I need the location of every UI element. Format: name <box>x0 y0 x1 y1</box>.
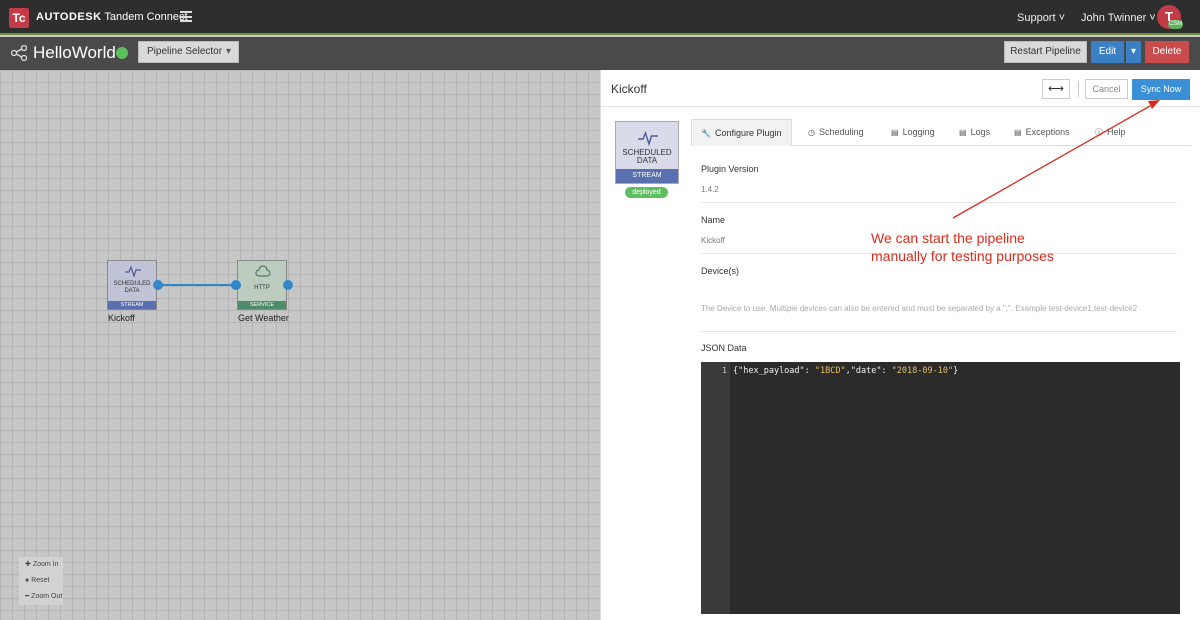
menu-icon[interactable] <box>180 11 192 22</box>
code-string: "2018-09-10" <box>891 366 954 376</box>
name-label: Name <box>701 215 726 225</box>
code-token: } <box>953 366 959 376</box>
pipeline-title: HelloWorld <box>33 43 116 62</box>
code-token: {"hex_payload": <box>733 366 815 376</box>
brand-title: AUTODESK Tandem Connect <box>36 11 188 23</box>
connection-layer <box>158 284 236 286</box>
code-string: "1BCD" <box>814 366 846 376</box>
brand-name: Tandem Connect <box>104 11 188 23</box>
plugin-type-text: SCHEDULED DATA <box>616 149 678 165</box>
minus-icon: ━ <box>25 593 30 600</box>
output-port[interactable] <box>283 280 293 290</box>
output-port[interactable] <box>153 280 163 290</box>
support-menu[interactable]: Support ˅ <box>1017 12 1065 24</box>
pipeline-selector-dropdown[interactable]: Pipeline Selector <box>138 41 239 63</box>
editor-gutter: 1 <box>701 362 730 614</box>
tab-logs[interactable]: ▤ Logs <box>959 119 990 146</box>
cloud-icon <box>255 265 271 277</box>
delete-button[interactable]: Delete <box>1145 41 1189 63</box>
annotation-text: We can start the pipeline manually for t… <box>871 229 1111 265</box>
dot-icon: ● <box>25 577 30 584</box>
tab-label: Logs <box>970 127 991 137</box>
clock-icon: ◷ <box>808 128 815 137</box>
devices-label: Device(s) <box>701 266 740 276</box>
pipeline-status-icon <box>116 47 128 59</box>
status-badge: deployed <box>625 187 668 198</box>
plugin-panel: Kickoff ⟷ Cancel Sync Now SCHEDULED DATA … <box>600 70 1200 620</box>
tab-label: Exceptions <box>1025 127 1070 137</box>
tab-label: Scheduling <box>818 127 864 137</box>
plugin-tabs: 🔧 Configure Plugin ◷ Scheduling ▤ Logging ▤… <box>691 119 1191 146</box>
plus-icon: ✚ <box>25 561 31 568</box>
json-data-label: JSON Data <box>701 343 747 353</box>
divider <box>701 202 1177 203</box>
name-field[interactable]: Kickoff <box>701 236 725 245</box>
tab-configure-plugin[interactable]: 🔧 Configure Plugin <box>691 119 792 146</box>
tandem-logo[interactable]: Tc <box>9 8 29 28</box>
pipeline-canvas[interactable]: SCHEDULED DATA STREAM HTTP SERVICE Kicko… <box>0 70 600 620</box>
zoom-out-button[interactable]: ━ Zoom Out <box>19 589 63 605</box>
document-icon: ▤ <box>1014 128 1022 137</box>
zoom-controls: ✚ Zoom In ● Reset ━ Zoom Out <box>19 557 63 605</box>
tab-label: Logging <box>902 127 935 137</box>
divider <box>1078 81 1079 97</box>
panel-title: Kickoff <box>611 82 647 96</box>
tab-scheduling[interactable]: ◷ Scheduling <box>808 119 864 146</box>
edit-button[interactable]: Edit <box>1091 41 1124 63</box>
node-label-get-weather: Get Weather <box>238 313 289 323</box>
devices-hint: The Device to use. Multiple devices can … <box>701 304 1138 313</box>
top-bar: Tc AUTODESK Tandem Connect Support ˅ Joh… <box>0 0 1200 35</box>
node-category: SERVICE <box>238 301 286 309</box>
tab-label: Configure Plugin <box>714 128 782 138</box>
annotation-line: We can start the pipeline <box>871 230 1025 246</box>
annotation-line: manually for testing purposes <box>871 248 1054 264</box>
document-icon: ▤ <box>959 128 967 137</box>
pipeline-toolbar: HelloWorld Pipeline Selector Restart Pip… <box>0 37 1200 70</box>
canvas-node-kickoff[interactable]: SCHEDULED DATA STREAM <box>107 260 157 310</box>
tab-exceptions[interactable]: ▤ Exceptions <box>1014 119 1070 146</box>
json-editor[interactable]: 1 {"hex_payload": "1BCD","date": "2018-0… <box>701 362 1180 614</box>
zoom-in-button[interactable]: ✚ Zoom In <box>19 557 63 573</box>
panel-header: Kickoff ⟷ Cancel Sync Now <box>601 70 1200 107</box>
user-menu[interactable]: John Twinner ˅ <box>1081 12 1156 24</box>
divider <box>701 331 1177 332</box>
zoom-in-label: Zoom In <box>32 561 59 568</box>
node-type-text: HTTP <box>254 285 270 291</box>
canvas-node-get-weather[interactable]: HTTP SERVICE <box>237 260 287 310</box>
tab-help[interactable]: ⓘ Help <box>1095 119 1126 146</box>
node-category: STREAM <box>108 301 156 309</box>
code-token: ,"date": <box>845 366 892 376</box>
plugin-card: SCHEDULED DATA STREAM <box>615 121 679 184</box>
restart-pipeline-button[interactable]: Restart Pipeline <box>1004 41 1087 63</box>
edit-dropdown-caret[interactable]: ▾ <box>1126 41 1141 63</box>
reset-button[interactable]: ● Reset <box>19 573 63 589</box>
node-type-text: SCHEDULED DATA <box>113 281 151 294</box>
help-icon: ⓘ <box>1095 128 1103 137</box>
avatar-badge: CSM <box>1168 20 1183 29</box>
reset-label: Reset <box>31 577 50 584</box>
node-label-kickoff: Kickoff <box>108 313 135 323</box>
plugin-category: STREAM <box>616 169 678 183</box>
tab-logging[interactable]: ▤ Logging <box>891 119 935 146</box>
document-icon: ▤ <box>891 128 899 137</box>
plugin-version-label: Plugin Version <box>701 164 759 174</box>
tab-label: Help <box>1107 127 1126 137</box>
plugin-type-line2: DATA <box>636 156 658 165</box>
pulse-icon <box>125 265 141 277</box>
expand-icon[interactable]: ⟷ <box>1042 79 1070 99</box>
cancel-button[interactable]: Cancel <box>1085 79 1128 99</box>
line-number: 1 <box>722 366 727 375</box>
input-port[interactable] <box>231 280 241 290</box>
brand-bold: AUTODESK <box>36 11 102 23</box>
code-line[interactable]: {"hex_payload": "1BCD","date": "2018-09-… <box>733 366 958 376</box>
plugin-version-value: 1.4.2 <box>701 185 719 194</box>
pulse-icon <box>638 130 658 146</box>
sync-now-button[interactable]: Sync Now <box>1132 79 1190 100</box>
zoom-out-label: Zoom Out <box>31 593 63 600</box>
pipeline-share-icon <box>11 45 27 61</box>
wrench-icon: 🔧 <box>701 129 711 138</box>
